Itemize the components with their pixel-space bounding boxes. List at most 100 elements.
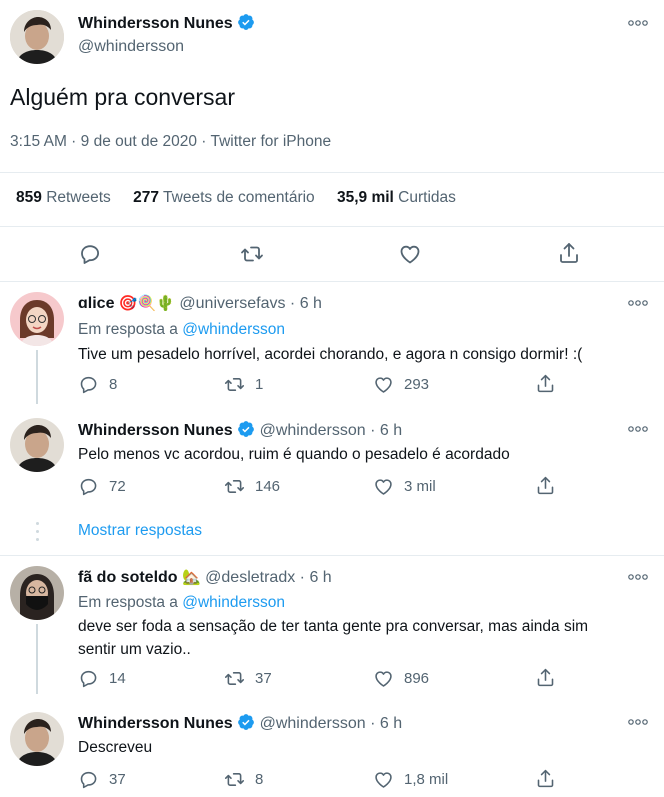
likes-label: Curtidas: [398, 189, 456, 206]
reply-action[interactable]: 8: [78, 374, 117, 395]
retweet-count: 8: [255, 771, 264, 788]
reply-to-link[interactable]: @whindersson: [182, 321, 285, 338]
share-icon: [535, 768, 556, 789]
divider: [0, 281, 664, 282]
reply-icon: [78, 668, 99, 689]
like-icon[interactable]: [398, 242, 422, 266]
quotes-stat[interactable]: 277 Tweets de comentário: [133, 189, 319, 206]
retweet-action[interactable]: 8: [224, 769, 263, 790]
tweet-stats: 859 Retweets 277 Tweets de comentário 35…: [16, 189, 456, 207]
avatar[interactable]: [10, 418, 64, 472]
author-handle[interactable]: @universefavs: [179, 295, 285, 312]
like-icon: [373, 668, 394, 689]
thread-line: [36, 624, 38, 694]
reply-prefix: Em resposta a: [78, 594, 178, 611]
name-emojis: 🏡: [182, 569, 201, 586]
like-count: 3 mil: [404, 478, 436, 495]
avatar[interactable]: [10, 292, 64, 346]
tweet-time[interactable]: · 6 h: [370, 715, 402, 732]
more-icon[interactable]: [627, 717, 649, 727]
reply-icon: [78, 374, 99, 395]
like-action[interactable]: 3 mil: [373, 476, 436, 497]
author-handle[interactable]: @whindersson: [260, 422, 366, 439]
likes-stat[interactable]: 35,9 mil Curtidas: [337, 189, 456, 206]
reply-prefix: Em resposta a: [78, 321, 178, 338]
retweet-action[interactable]: 1: [224, 374, 263, 395]
retweet-icon: [224, 769, 245, 790]
share-icon: [535, 475, 556, 496]
more-icon[interactable]: [627, 572, 649, 582]
divider: [0, 172, 664, 173]
tweet-text-line: deve ser foda a sensação de ter tanta ge…: [78, 618, 589, 635]
name-emojis: 🎯🍭🌵: [118, 295, 175, 312]
retweets-stat[interactable]: 859 Retweets: [16, 189, 115, 206]
tweet-time[interactable]: · 6 h: [370, 422, 402, 439]
reply-icon[interactable]: [78, 242, 102, 266]
divider: [0, 555, 664, 556]
verified-badge-icon: [237, 713, 255, 731]
like-icon: [373, 476, 394, 497]
show-replies-link[interactable]: Mostrar respostas: [78, 522, 202, 540]
avatar-image: [10, 418, 64, 472]
retweet-icon: [224, 374, 245, 395]
share-action[interactable]: [535, 373, 556, 394]
retweet-action[interactable]: 146: [224, 476, 280, 497]
retweets-label: Retweets: [46, 189, 111, 206]
avatar[interactable]: [10, 712, 64, 766]
more-icon[interactable]: [627, 18, 649, 28]
author-name[interactable]: Whindersson Nunes: [78, 715, 233, 732]
avatar-image: [10, 292, 64, 346]
share-icon[interactable]: [557, 241, 581, 265]
share-action[interactable]: [535, 768, 556, 789]
author-name[interactable]: ɑlice: [78, 295, 114, 312]
thread-dot: [36, 530, 39, 533]
share-icon: [535, 373, 556, 394]
author-handle[interactable]: @whindersson: [78, 38, 184, 56]
author-name[interactable]: Whindersson Nunes: [78, 15, 233, 32]
share-action[interactable]: [535, 667, 556, 688]
like-action[interactable]: 1,8 mil: [373, 769, 448, 790]
more-icon[interactable]: [627, 424, 649, 434]
verified-badge-icon: [237, 420, 255, 438]
retweet-icon[interactable]: [240, 242, 264, 266]
tweet-meta[interactable]: 3:15 AM · 9 de out de 2020 · Twitter for…: [10, 133, 331, 151]
reply-action[interactable]: 72: [78, 476, 126, 497]
author-handle[interactable]: @whindersson: [260, 715, 366, 732]
author-handle[interactable]: @desletradx: [205, 569, 295, 586]
author-name[interactable]: fã do soteldo: [78, 569, 178, 586]
reply-icon: [78, 769, 99, 790]
thread-dot: [36, 538, 39, 541]
like-count: 293: [404, 376, 430, 393]
avatar[interactable]: [10, 10, 64, 64]
retweet-count: 1: [255, 376, 264, 393]
divider: [0, 226, 664, 227]
share-action[interactable]: [535, 475, 556, 496]
like-action[interactable]: 293: [373, 374, 429, 395]
quotes-count: 277: [133, 189, 159, 206]
like-count: 1,8 mil: [404, 771, 449, 788]
avatar-image: [10, 712, 64, 766]
reply-count: 72: [109, 478, 126, 495]
reply-action[interactable]: 37: [78, 769, 126, 790]
author-name[interactable]: Whindersson Nunes: [78, 422, 233, 439]
like-action[interactable]: 896: [373, 668, 429, 689]
reply-icon: [78, 476, 99, 497]
avatar-image: [10, 566, 64, 620]
like-icon: [373, 374, 394, 395]
reply-count: 37: [109, 771, 126, 788]
verified-badge-icon: [237, 13, 255, 31]
share-icon: [535, 667, 556, 688]
reply-to-link[interactable]: @whindersson: [182, 594, 285, 611]
more-icon[interactable]: [627, 298, 649, 308]
likes-count: 35,9 mil: [336, 189, 394, 206]
reply-action[interactable]: 14: [78, 668, 126, 689]
tweet-time[interactable]: · 6 h: [290, 295, 322, 312]
avatar-image: [10, 10, 64, 64]
avatar[interactable]: [10, 566, 64, 620]
tweet-time[interactable]: · 6 h: [300, 569, 332, 586]
tweet-text: Tive um pesadelo horrível, acordei chora…: [78, 346, 583, 363]
retweet-icon: [224, 476, 245, 497]
retweet-count: 37: [255, 670, 272, 687]
retweet-action[interactable]: 37: [224, 668, 272, 689]
quotes-label: Tweets de comentário: [163, 189, 315, 206]
